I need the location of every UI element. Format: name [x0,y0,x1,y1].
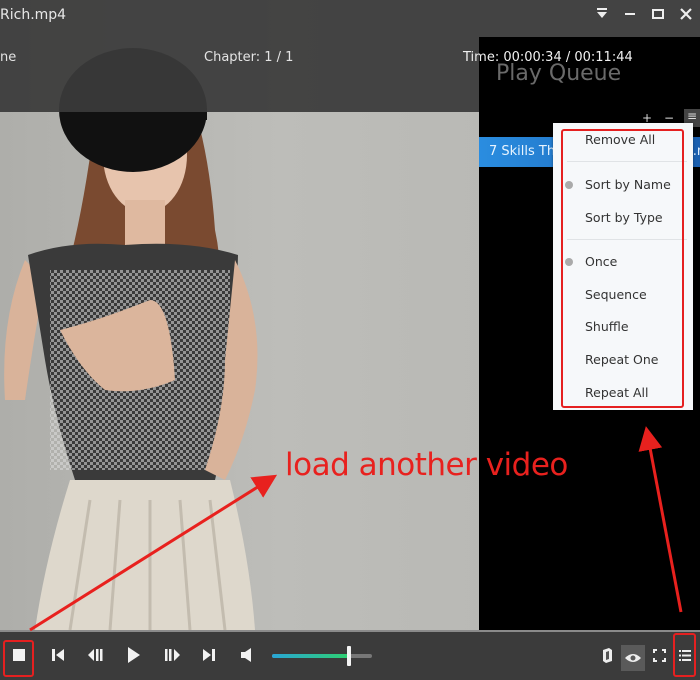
next-button[interactable] [199,644,219,666]
menu-item-label: Sequence [585,287,647,302]
snapshot-button[interactable] [598,644,616,666]
volume-icon [241,648,251,662]
radio-dot-icon [565,181,573,189]
menu-item-repeat-all[interactable]: Repeat All [553,380,693,406]
playlist-button[interactable] [677,644,693,666]
step-back-button[interactable] [86,644,106,666]
menu-item-label: Repeat All [585,385,649,400]
eye-icon [625,654,641,662]
menu-item-label: Shuffle [585,319,629,334]
next-icon [203,649,215,661]
step-back-icon [88,649,103,661]
volume-slider-thumb[interactable] [347,646,351,666]
stop-icon [13,649,25,661]
fullscreen-icon [652,648,666,662]
chapter-label: Chapter: 1 / 1 [204,50,294,65]
view-button[interactable] [621,645,645,671]
menu-item-label: Sort by Type [585,210,663,225]
playlist-icon [679,649,691,661]
menu-item-repeat-one[interactable]: Repeat One [553,347,693,373]
window-title: Rich.mp4 [0,7,67,23]
annotation-text: load another video [285,447,568,483]
play-icon [128,647,140,663]
menu-item-label: Once [585,254,618,269]
previous-icon [52,649,64,661]
step-forward-button[interactable] [162,644,182,666]
close-icon[interactable] [678,6,694,22]
maximize-icon[interactable] [650,6,666,22]
menu-item-label: Sort by Name [585,177,671,192]
step-forward-icon [165,649,180,661]
radio-dot-icon [565,258,573,266]
fullscreen-button[interactable] [650,644,668,666]
menu-item-sort-by-type[interactable]: Sort by Type [553,205,693,231]
window-controls [594,6,694,22]
menu-item-label: Repeat One [585,352,659,367]
menu-item-once[interactable]: Once [553,249,693,275]
info-left-label: ne [0,50,17,65]
queue-context-menu: Remove All Sort by Name Sort by Type Onc… [553,123,693,410]
time-label: Time: 00:00:34 / 00:11:44 [463,50,633,65]
menu-separator [567,161,687,162]
previous-button[interactable] [48,644,68,666]
minimize-icon[interactable] [622,6,638,22]
menu-item-label: Remove All [585,132,656,147]
menu-item-shuffle[interactable]: Shuffle [553,314,693,340]
play-button[interactable] [124,644,144,666]
menu-separator [567,239,687,240]
volume-button[interactable] [238,644,258,666]
menu-item-sort-by-name[interactable]: Sort by Name [553,172,693,198]
snapshot-icon [603,647,612,663]
stop-button[interactable] [10,644,28,666]
volume-slider-fill [272,654,349,658]
volume-slider[interactable] [272,646,372,666]
menu-item-remove-all[interactable]: Remove All [553,127,693,153]
menu-down-icon[interactable] [594,6,610,22]
menu-item-sequence[interactable]: Sequence [553,282,693,308]
